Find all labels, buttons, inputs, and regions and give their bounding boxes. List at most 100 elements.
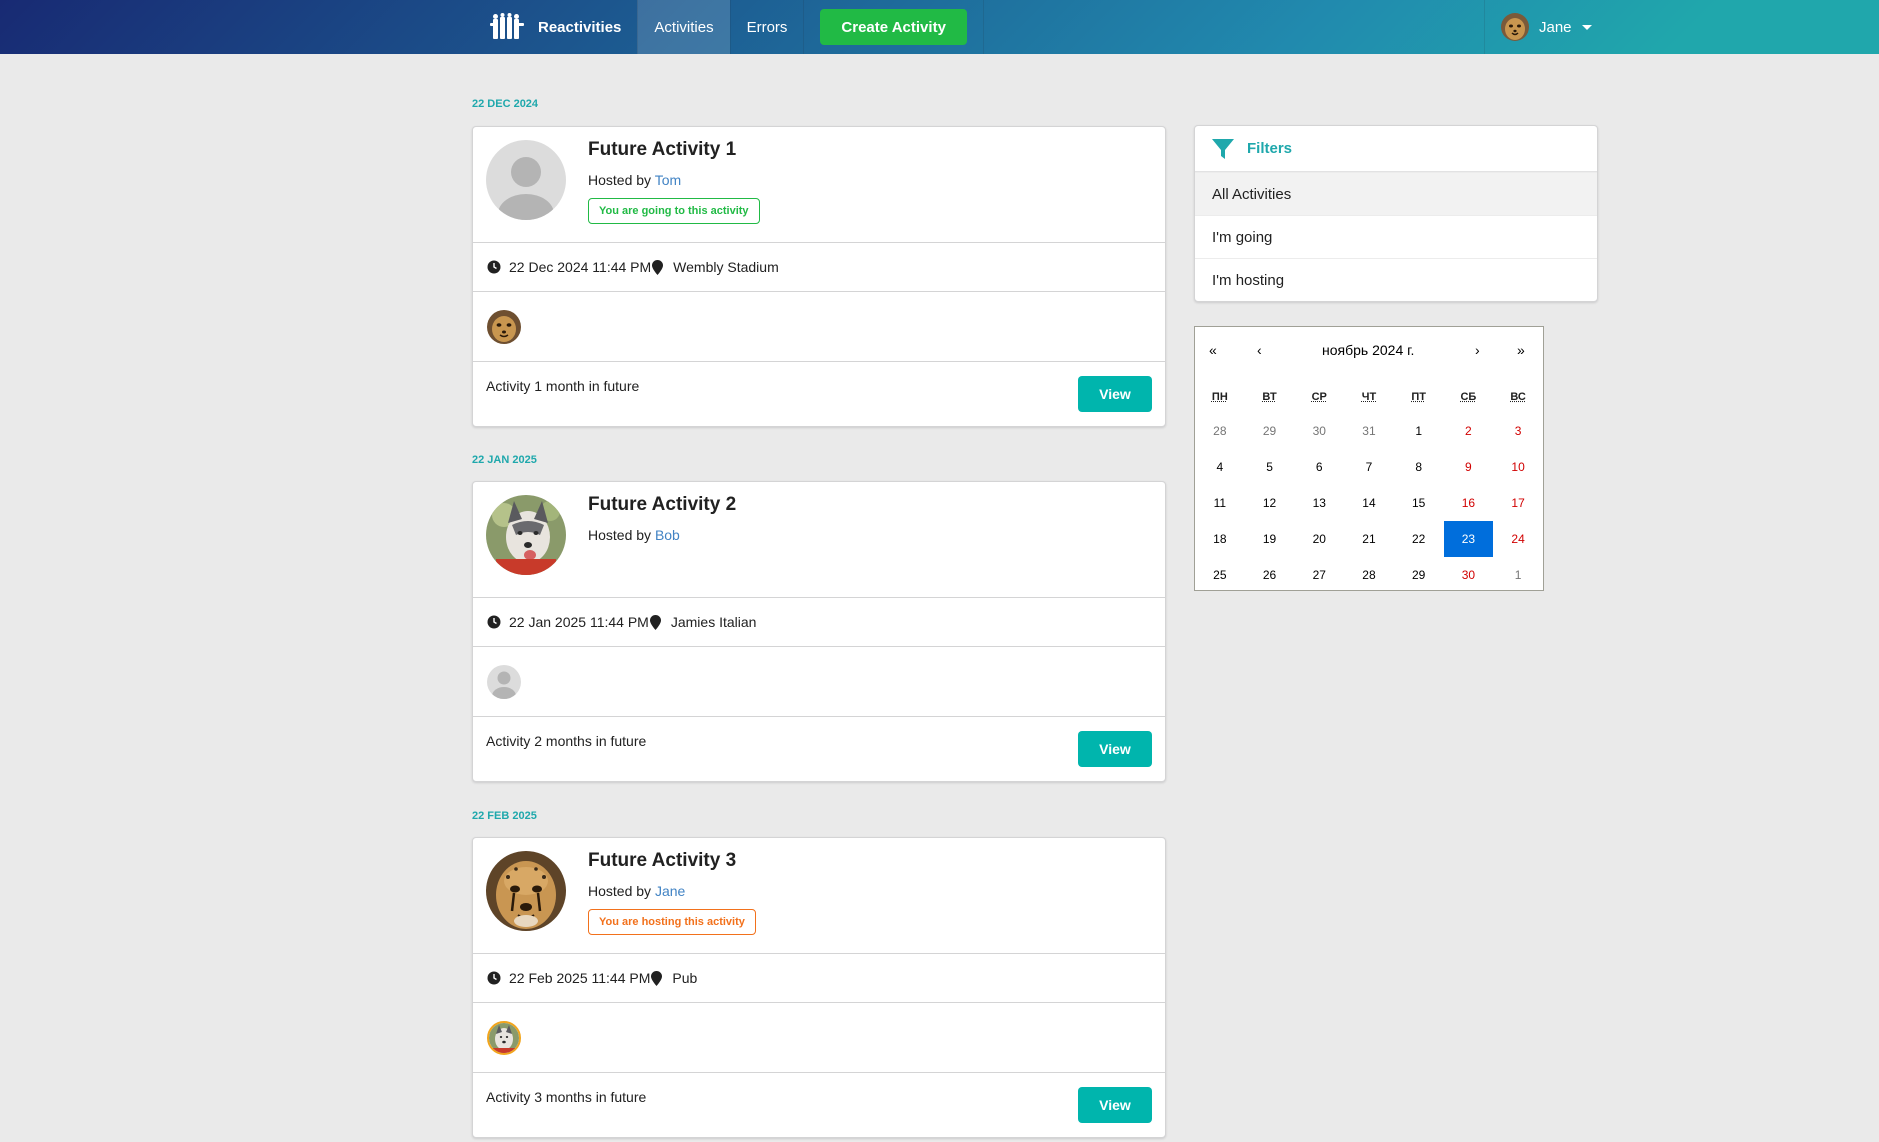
view-button[interactable]: View bbox=[1078, 1087, 1152, 1123]
attendees-list bbox=[473, 1002, 1165, 1072]
hosting-badge: You are hosting this activity bbox=[588, 909, 756, 935]
calendar-day[interactable]: 29 bbox=[1394, 557, 1444, 593]
calendar-day[interactable]: 31 bbox=[1344, 413, 1394, 449]
create-activity-button[interactable]: Create Activity bbox=[820, 9, 967, 45]
calendar-day[interactable]: 12 bbox=[1245, 485, 1295, 521]
nav-errors[interactable]: Errors bbox=[729, 0, 804, 54]
activity-meta: 22 Dec 2024 11:44 PM Wembly Stadium bbox=[473, 242, 1165, 291]
view-button[interactable]: View bbox=[1078, 376, 1152, 412]
calendar-day[interactable]: 9 bbox=[1444, 449, 1494, 485]
calendar-day[interactable]: 30 bbox=[1294, 413, 1344, 449]
calendar-day[interactable]: 15 bbox=[1394, 485, 1444, 521]
nav-create: Create Activity bbox=[803, 0, 984, 54]
calendar-day[interactable]: 13 bbox=[1294, 485, 1344, 521]
view-button[interactable]: View bbox=[1078, 731, 1152, 767]
calendar-day[interactable]: 21 bbox=[1344, 521, 1394, 557]
going-badge: You are going to this activity bbox=[588, 198, 760, 224]
calendar-day[interactable]: 10 bbox=[1493, 449, 1543, 485]
calendar-day[interactable]: 17 bbox=[1493, 485, 1543, 521]
calendar-prev-month-button[interactable]: ‹ bbox=[1257, 342, 1262, 358]
activity-description: Activity 1 month in future bbox=[486, 378, 640, 394]
calendar-day[interactable]: 30 bbox=[1444, 557, 1494, 593]
weekday-label: ЧТ bbox=[1361, 391, 1377, 403]
calendar-day[interactable]: 11 bbox=[1195, 485, 1245, 521]
activity-footer: Activity 1 month in future View bbox=[473, 361, 1165, 426]
activity-title[interactable]: Future Activity 3 bbox=[588, 850, 736, 872]
weekday-label: ВС bbox=[1510, 391, 1526, 403]
calendar-month-label[interactable]: ноябрь 2024 г. bbox=[1322, 342, 1414, 358]
activity-footer: Activity 2 months in future View bbox=[473, 716, 1165, 781]
hosted-by-prefix: Hosted by bbox=[588, 172, 652, 188]
calendar-week: 11 12 13 14 15 16 17 bbox=[1195, 485, 1543, 521]
filters-header: Filters bbox=[1195, 126, 1597, 172]
date-group-header: 22 FEB 2025 bbox=[472, 810, 537, 822]
attendee-avatar[interactable] bbox=[487, 309, 521, 344]
calendar-day[interactable]: 28 bbox=[1195, 413, 1245, 449]
filter-icon bbox=[1212, 138, 1234, 159]
weekday-label: СР bbox=[1311, 391, 1327, 403]
calendar-day[interactable]: 25 bbox=[1195, 557, 1245, 593]
nav-activities[interactable]: Activities bbox=[637, 0, 730, 54]
logo-icon bbox=[490, 13, 524, 39]
top-navbar: Reactivities Activities Errors Create Ac… bbox=[0, 0, 1879, 54]
filters-menu: Filters All Activities I'm going I'm hos… bbox=[1194, 125, 1598, 302]
calendar-day[interactable]: 1 bbox=[1493, 557, 1543, 593]
weekday-label: ВТ bbox=[1262, 391, 1277, 403]
calendar-day[interactable]: 18 bbox=[1195, 521, 1245, 557]
calendar-day[interactable]: 4 bbox=[1195, 449, 1245, 485]
host-link[interactable]: Tom bbox=[655, 172, 681, 188]
calendar-day[interactable]: 16 bbox=[1444, 485, 1494, 521]
activity-title[interactable]: Future Activity 1 bbox=[588, 139, 736, 161]
calendar-day[interactable]: 3 bbox=[1493, 413, 1543, 449]
attendees-list bbox=[473, 291, 1165, 361]
hosted-by-prefix: Hosted by bbox=[588, 883, 652, 899]
calendar-day[interactable]: 26 bbox=[1245, 557, 1295, 593]
calendar-day[interactable]: 8 bbox=[1394, 449, 1444, 485]
nav-errors-label: Errors bbox=[746, 18, 788, 36]
calendar-day[interactable]: 2 bbox=[1444, 413, 1494, 449]
calendar-next-month-button[interactable]: › bbox=[1475, 342, 1480, 358]
clock-icon bbox=[487, 971, 501, 985]
map-marker-icon bbox=[649, 614, 661, 630]
activity-card: Future Activity 3 Hosted by Jane You are… bbox=[472, 837, 1166, 1138]
clock-icon bbox=[487, 615, 501, 629]
calendar-day[interactable]: 5 bbox=[1245, 449, 1295, 485]
attendee-avatar[interactable] bbox=[487, 1020, 521, 1055]
calendar-day[interactable]: 1 bbox=[1394, 413, 1444, 449]
filters-title: Filters bbox=[1247, 140, 1293, 157]
attendee-avatar[interactable] bbox=[487, 664, 521, 699]
weekday-label: СБ bbox=[1460, 391, 1477, 403]
host-link[interactable]: Jane bbox=[655, 883, 685, 899]
user-menu[interactable]: Jane bbox=[1484, 0, 1612, 54]
calendar-navigation: « ‹ ноябрь 2024 г. › » bbox=[1195, 327, 1543, 371]
calendar-day[interactable]: 22 bbox=[1394, 521, 1444, 557]
calendar-week: 28 29 30 31 1 2 3 bbox=[1195, 413, 1543, 449]
calendar-day[interactable]: 19 bbox=[1245, 521, 1295, 557]
calendar-day[interactable]: 20 bbox=[1294, 521, 1344, 557]
filter-im-hosting[interactable]: I'm hosting bbox=[1195, 258, 1597, 301]
calendar-day[interactable]: 27 bbox=[1294, 557, 1344, 593]
hosted-by: Hosted by Bob bbox=[588, 527, 680, 543]
calendar-day-selected[interactable]: 23 bbox=[1443, 521, 1494, 557]
brand-link[interactable]: Reactivities bbox=[472, 0, 637, 54]
calendar-week: 25 26 27 28 29 30 1 bbox=[1195, 557, 1543, 593]
calendar-day[interactable]: 29 bbox=[1245, 413, 1295, 449]
activity-title[interactable]: Future Activity 2 bbox=[588, 494, 736, 516]
activity-description: Activity 3 months in future bbox=[486, 1089, 647, 1105]
calendar-day[interactable]: 7 bbox=[1344, 449, 1394, 485]
date-group-header: 22 DEC 2024 bbox=[472, 98, 539, 110]
user-placeholder-icon bbox=[486, 140, 566, 220]
calendar-day[interactable]: 28 bbox=[1344, 557, 1394, 593]
calendar-week: 4 5 6 7 8 9 10 bbox=[1195, 449, 1543, 485]
filter-im-going[interactable]: I'm going bbox=[1195, 215, 1597, 258]
clock-icon bbox=[487, 260, 501, 274]
calendar-day[interactable]: 14 bbox=[1344, 485, 1394, 521]
calendar-next-year-button[interactable]: » bbox=[1517, 342, 1525, 358]
user-placeholder-icon bbox=[487, 664, 521, 699]
host-link[interactable]: Bob bbox=[655, 527, 680, 543]
filter-all-activities[interactable]: All Activities bbox=[1195, 172, 1597, 215]
cheetah-avatar-icon bbox=[1501, 13, 1529, 41]
calendar-day[interactable]: 24 bbox=[1493, 521, 1543, 557]
calendar-day[interactable]: 6 bbox=[1294, 449, 1344, 485]
calendar-prev-year-button[interactable]: « bbox=[1209, 342, 1217, 358]
